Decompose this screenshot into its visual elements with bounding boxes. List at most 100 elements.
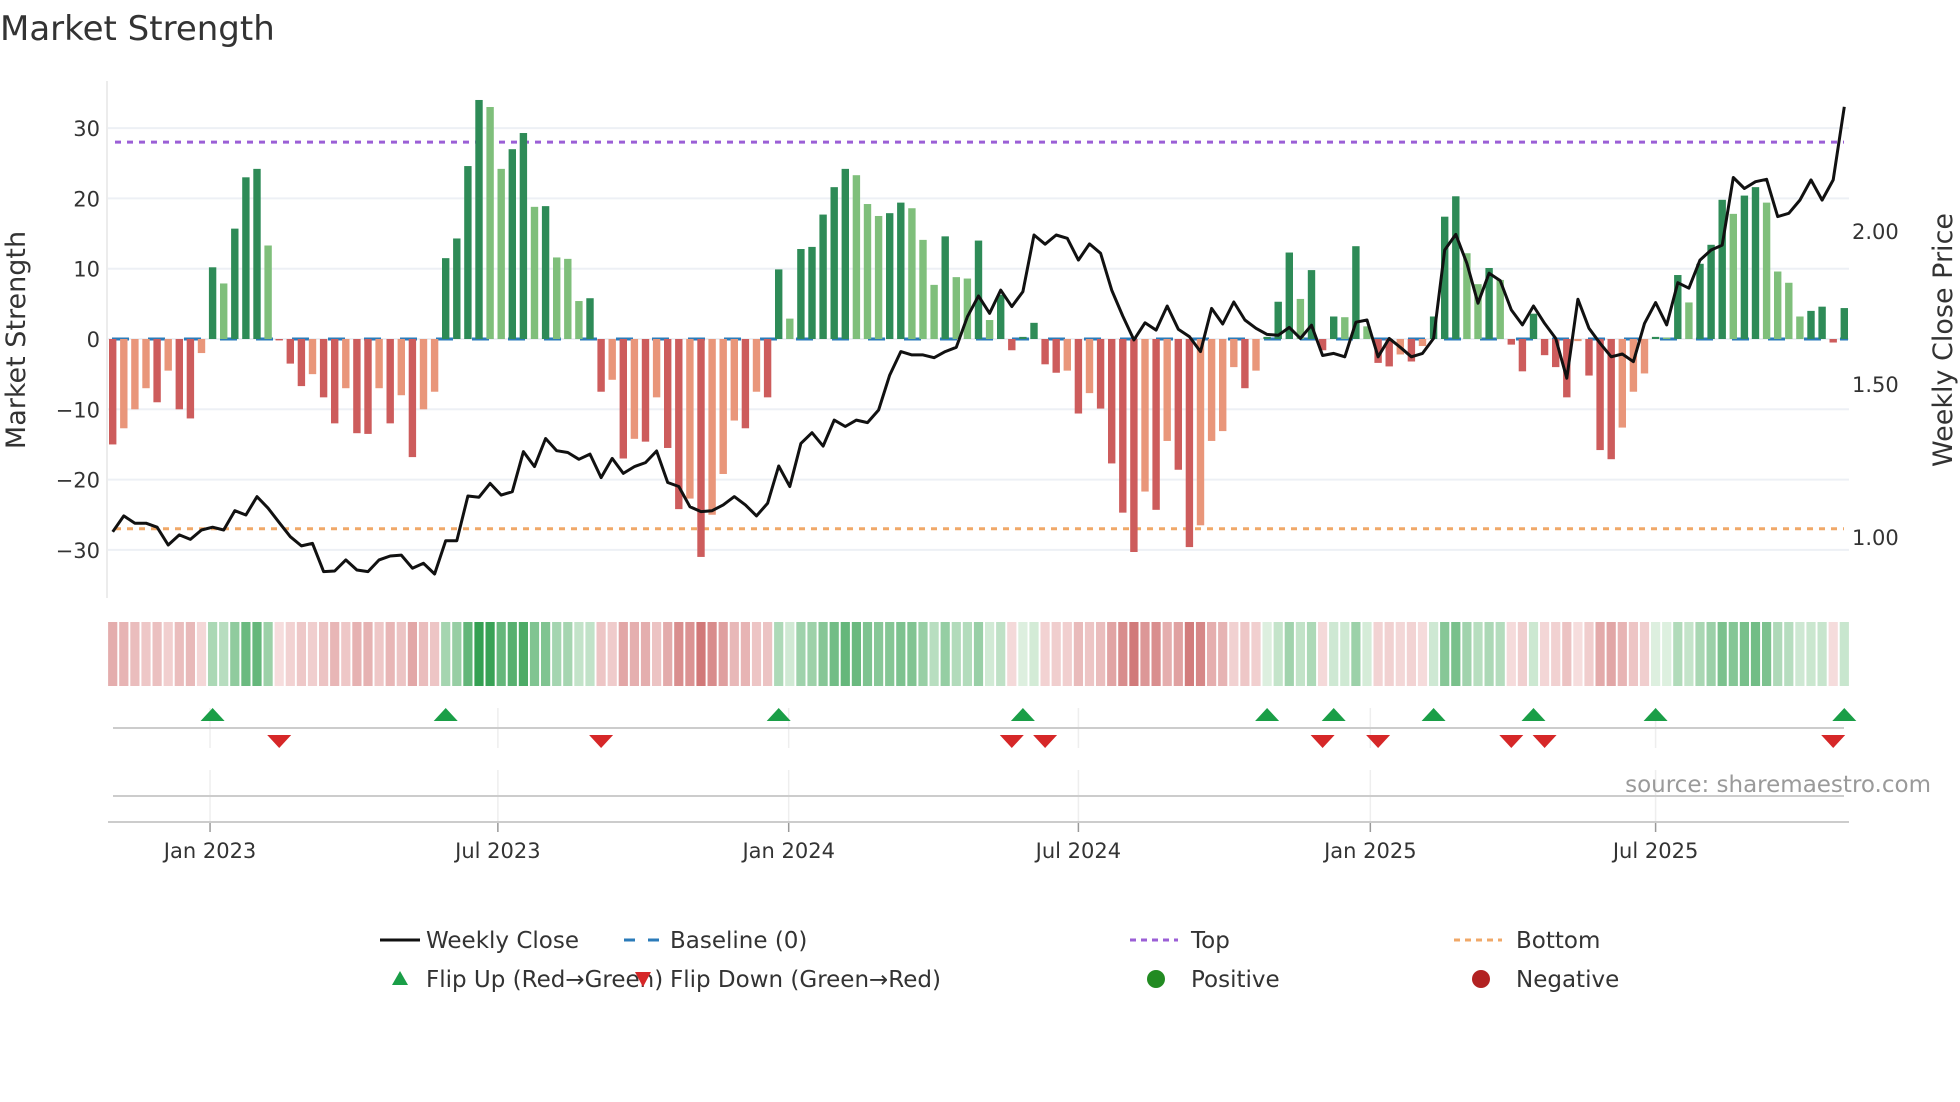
heatmap-cell <box>1306 622 1317 686</box>
heatmap-cell <box>1451 622 1461 686</box>
heatmap-cell <box>1229 622 1239 686</box>
heatmap-cell <box>1384 622 1394 686</box>
heatmap-cell <box>496 622 506 686</box>
strength-bar <box>619 339 627 459</box>
heatmap-cell <box>774 622 784 686</box>
strength-bar <box>1840 308 1848 339</box>
heatmap-cell <box>985 622 995 686</box>
heatmap-cell <box>1673 622 1683 686</box>
heatmap-cell <box>1584 622 1594 686</box>
strength-bar <box>375 339 383 389</box>
heatmap-cell <box>674 622 684 686</box>
heatmap-cell <box>585 622 595 686</box>
heatmap-cell <box>1606 622 1616 686</box>
strength-bar <box>353 339 361 434</box>
strength-bar <box>630 339 639 439</box>
heatmap-cell <box>1262 622 1272 686</box>
x-tick-label: Jul 2025 <box>1611 839 1698 863</box>
heatmap-cell <box>1395 622 1405 686</box>
legend-item-flipdown: Flip Down (Green→Red) <box>635 967 941 993</box>
strength-bar <box>675 339 683 510</box>
strength-bar <box>286 339 294 364</box>
heatmap-cell <box>263 622 273 686</box>
heatmap-cell <box>330 622 340 686</box>
heatmap-cell <box>319 622 329 686</box>
heatmap-cell <box>1495 622 1505 686</box>
strength-bar <box>1052 339 1060 373</box>
strength-bar <box>486 107 494 339</box>
strength-bar <box>1219 339 1227 432</box>
strength-bar <box>1640 339 1649 374</box>
x-tick-label: Jul 2023 <box>453 839 540 863</box>
heatmap-cell <box>1051 622 1061 686</box>
heatmap-cell <box>1173 622 1183 686</box>
strength-bar <box>1596 339 1604 451</box>
strength-bar <box>142 339 150 389</box>
heatmap-cell <box>640 622 651 686</box>
y-tick-label: −30 <box>56 539 100 563</box>
strength-bar <box>719 339 727 474</box>
legend: Weekly Close Baseline (0) Top Bottom Flip Up… <box>380 928 1619 993</box>
heatmap-cell <box>1573 622 1583 686</box>
heatmap-cell <box>274 622 284 686</box>
strength-bar <box>886 213 894 339</box>
y-tick-label: −20 <box>56 469 100 493</box>
heatmap-cell <box>785 622 795 686</box>
heatmap-cell <box>196 622 207 686</box>
heatmap-cell <box>208 622 218 686</box>
strength-bar <box>852 175 861 339</box>
heatmap-cell <box>1540 622 1550 686</box>
strength-bar <box>197 339 206 354</box>
y-tick-label: 10 <box>73 258 100 282</box>
strength-heatmap-strip <box>108 622 1849 686</box>
heatmap-cell <box>1695 622 1705 686</box>
strength-bar <box>275 339 283 341</box>
heatmap-cell <box>1828 622 1838 686</box>
heatmap-cell <box>1762 622 1772 686</box>
heatmap-cell <box>1662 622 1672 686</box>
heatmap-cell <box>252 622 262 686</box>
strength-bar <box>897 202 905 339</box>
heatmap-cell <box>685 622 695 686</box>
heatmap-cell <box>807 622 817 686</box>
heatmap-cell <box>1351 622 1361 686</box>
strength-bar <box>1296 298 1305 339</box>
heatmap-cell <box>507 622 517 686</box>
strength-bar <box>830 187 838 339</box>
strength-bar <box>1163 339 1171 441</box>
strength-bar <box>997 294 1005 339</box>
legend-item-negative: Negative <box>1472 967 1619 993</box>
flip-up-marker <box>1321 708 1346 721</box>
heatmap-cell <box>1151 622 1161 686</box>
strength-bar <box>1241 339 1249 389</box>
heatmap-cell <box>1362 622 1372 686</box>
heatmap-cell <box>463 622 473 686</box>
flip-up-marker <box>1421 708 1446 721</box>
strength-bar <box>1762 202 1771 339</box>
heatmap-cell <box>1628 622 1638 686</box>
strength-bar <box>519 133 528 339</box>
heatmap-cell <box>940 622 950 686</box>
chart-title: Market Strength <box>0 9 275 49</box>
heatmap-cell <box>1340 622 1350 686</box>
flip-down-marker <box>999 735 1024 748</box>
strength-bar <box>1829 339 1837 343</box>
heatmap-cell <box>1517 622 1527 686</box>
heatmap-cell <box>1018 622 1028 686</box>
flip-down-marker <box>1821 735 1846 748</box>
strength-bar <box>1452 196 1460 339</box>
legend-label: Flip Up (Red→Green) <box>426 967 663 993</box>
strength-bar <box>808 246 816 339</box>
y-axis-title: Market Strength <box>1 231 32 449</box>
heatmap-cell <box>1651 622 1661 686</box>
flip-down-marker <box>589 735 614 748</box>
legend-item-bottom: Bottom <box>1454 928 1600 954</box>
strength-bar <box>319 339 328 398</box>
heatmap-cell <box>1096 622 1106 686</box>
strength-bar <box>208 267 217 339</box>
strength-bar <box>1263 336 1271 339</box>
flip-up-marker <box>1010 708 1035 721</box>
heatmap-cell <box>1273 622 1283 686</box>
heatmap-cell <box>1162 622 1172 686</box>
strength-bar <box>1796 316 1804 339</box>
